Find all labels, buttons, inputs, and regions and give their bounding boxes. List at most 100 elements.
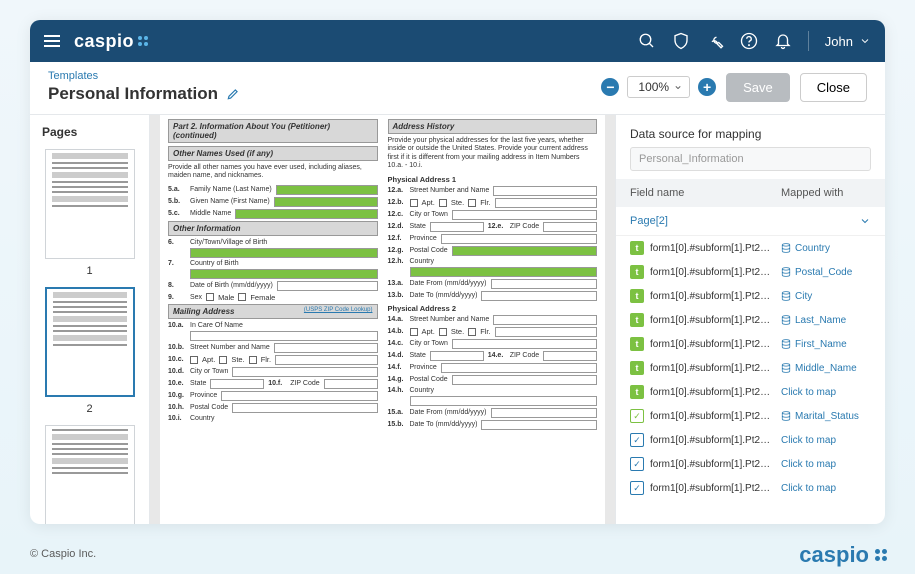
breadcrumb-templates[interactable]: Templates: [48, 70, 240, 82]
field-path: form1[0].#subform[1].Pt2Line...: [650, 363, 775, 374]
field-5b[interactable]: [274, 197, 378, 207]
field-path: form1[0].#subform[1].Pt2Line...: [650, 339, 775, 350]
field-6[interactable]: [190, 248, 378, 258]
field-10d[interactable]: [232, 367, 377, 377]
brand-text: caspio: [74, 31, 134, 52]
cb-female[interactable]: [238, 293, 246, 301]
text-field-icon: t: [630, 361, 644, 375]
mapped-value[interactable]: Click to map: [781, 387, 871, 398]
field-path: form1[0].#subform[1].Pt2Line...: [650, 411, 775, 422]
col-mapped-with: Mapped with: [781, 187, 871, 199]
subheader: Templates Personal Information − 100% + …: [30, 62, 885, 115]
bell-icon[interactable]: [774, 32, 792, 50]
pages-panel: Pages 1 2 3: [30, 115, 150, 524]
field-path: form1[0].#subform[1].Pt2Line...: [650, 243, 775, 254]
topbar: caspio John: [30, 20, 885, 62]
zoom-in-button[interactable]: +: [698, 78, 716, 96]
thumb-num-1: 1: [42, 265, 137, 277]
brand-dots-icon: [138, 36, 148, 46]
map-list: tform1[0].#subform[1].Pt2Line...Countryt…: [616, 236, 885, 524]
zoom-select[interactable]: 100%: [627, 76, 690, 98]
chevron-down-icon: [859, 215, 871, 227]
text-field-icon: t: [630, 241, 644, 255]
mapped-value[interactable]: Postal_Code: [781, 267, 871, 278]
map-row[interactable]: ✓form1[0].#subform[1].Pt2Line...Click to…: [616, 452, 885, 476]
zoom-control: − 100% +: [601, 76, 716, 98]
doc-page: Part 2. Information About You (Petitione…: [160, 115, 605, 524]
mapped-value[interactable]: Middle_Name: [781, 363, 871, 374]
other-info-head: Other Information: [168, 221, 378, 236]
map-row[interactable]: tform1[0].#subform[1].Pt2Line...City: [616, 284, 885, 308]
map-row[interactable]: ✓ form1[0].#subform[1].Pt2Line... Click to…: [616, 428, 885, 452]
field-path: form1[0].#subform[1].Pt2Line...: [650, 435, 775, 446]
menu-icon[interactable]: [44, 35, 60, 47]
field-path: form1[0].#subform[1].Pt2Line...: [650, 387, 775, 398]
brand-logo: caspio: [74, 31, 148, 52]
part-title: Part 2. Information About You (Petitione…: [168, 119, 378, 143]
text-field-icon: t: [630, 337, 644, 351]
brand-dots-icon: [875, 549, 887, 561]
mapped-value[interactable]: City: [781, 291, 871, 302]
addr-hist-note: Provide your physical addresses for the …: [388, 137, 598, 171]
user-menu[interactable]: John: [825, 34, 871, 49]
field-8[interactable]: [277, 281, 378, 291]
mapping-panel: Data source for mapping Field name Mappe…: [615, 115, 885, 524]
mapped-value[interactable]: Last_Name: [781, 315, 871, 326]
checkbox-field-icon: ✓: [630, 481, 644, 495]
cb-male[interactable]: [206, 293, 214, 301]
app-window: caspio John Templates Personal Informati…: [30, 20, 885, 524]
field-5a[interactable]: [276, 185, 378, 195]
mapped-value[interactable]: Click to map: [781, 483, 871, 494]
edit-icon[interactable]: [226, 87, 240, 101]
close-button[interactable]: Close: [800, 73, 867, 102]
user-name: John: [825, 34, 853, 49]
mapped-value[interactable]: Marital_Status: [781, 411, 871, 422]
search-icon[interactable]: [638, 32, 656, 50]
page-thumb-3[interactable]: [45, 425, 135, 524]
map-row[interactable]: t form1[0].#subform[1].Pt2Line... First_Na…: [616, 332, 885, 356]
map-row[interactable]: ✓ form1[0].#subform[1].Pt2Line... Marital_…: [616, 404, 885, 428]
map-row[interactable]: t form1[0].#subform[1].Pt2Line... Middle_N…: [616, 356, 885, 380]
mapped-value[interactable]: Country: [781, 243, 871, 254]
wrench-icon[interactable]: [706, 32, 724, 50]
field-5c[interactable]: [235, 209, 377, 219]
field-7[interactable]: [190, 269, 378, 279]
page-thumb-2[interactable]: [45, 287, 135, 397]
topbar-actions: John: [638, 31, 871, 51]
zoom-out-button[interactable]: −: [601, 78, 619, 96]
other-names-head: Other Names Used (if any): [168, 146, 378, 161]
save-button[interactable]: Save: [726, 73, 790, 102]
map-group-page2[interactable]: Page[2]: [616, 207, 885, 236]
footer-copyright: © Caspio Inc.: [30, 548, 96, 560]
checkbox-field-icon: ✓: [630, 409, 644, 423]
map-row[interactable]: t form1[0].#subform[1].Pt2Line... Postal_C…: [616, 260, 885, 284]
map-row[interactable]: tform1[0].#subform[1].Pt2Line...Last_Nam…: [616, 308, 885, 332]
page-title: Personal Information: [48, 84, 240, 104]
document-panel[interactable]: Part 2. Information About You (Petitione…: [150, 115, 615, 524]
field-path: form1[0].#subform[1].Pt2Line...: [650, 267, 775, 278]
checkbox-field-icon: ✓: [630, 433, 644, 447]
shield-icon[interactable]: [672, 32, 690, 50]
mailing-head: Mailing Address(USPS ZIP Code Lookup): [168, 304, 378, 319]
field-10a[interactable]: [190, 331, 378, 341]
field-path: form1[0].#subform[1].Pt2Line...: [650, 291, 775, 302]
mapped-value[interactable]: Click to map: [781, 435, 871, 446]
other-names-note: Provide all other names you have ever us…: [168, 164, 378, 181]
field-10b[interactable]: [274, 343, 378, 353]
field-12h[interactable]: [410, 267, 598, 277]
map-row[interactable]: tform1[0].#subform[1].Pt2Line...Click to…: [616, 380, 885, 404]
map-header: Field name Mapped with: [616, 179, 885, 207]
help-icon[interactable]: [740, 32, 758, 50]
main: Pages 1 2 3 Part 2. Information About Yo…: [30, 115, 885, 524]
field-12g[interactable]: [452, 246, 597, 256]
field-path: form1[0].#subform[1].Pt2Line...: [650, 459, 775, 470]
mapped-value[interactable]: First_Name: [781, 339, 871, 350]
map-row[interactable]: ✓form1[0].#subform[1].Pt2Line...Click to…: [616, 476, 885, 500]
page-thumb-1[interactable]: [45, 149, 135, 259]
usps-link[interactable]: (USPS ZIP Code Lookup): [304, 307, 373, 316]
field-path: form1[0].#subform[1].Pt2Line...: [650, 315, 775, 326]
mapped-value[interactable]: Click to map: [781, 459, 871, 470]
data-source-input[interactable]: [630, 147, 871, 171]
text-field-icon: t: [630, 265, 644, 279]
map-row[interactable]: t form1[0].#subform[1].Pt2Line... Country: [616, 236, 885, 260]
